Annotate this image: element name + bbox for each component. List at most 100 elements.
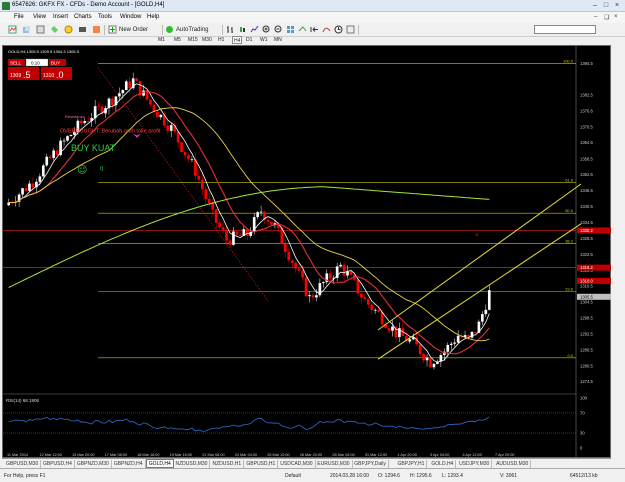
market-watch-icon[interactable]	[36, 25, 45, 34]
candle-body	[21, 188, 24, 195]
menu-tools[interactable]: Tools	[98, 14, 112, 20]
candle-body	[446, 344, 450, 352]
mdi-restore-button[interactable]: ❏	[604, 14, 609, 21]
timeframe-d1[interactable]: D1	[246, 36, 252, 44]
menu-view[interactable]: View	[33, 14, 46, 20]
menu-charts[interactable]: Charts	[74, 14, 92, 20]
timeframe-mn[interactable]: MN	[274, 36, 282, 44]
candle-body	[66, 136, 69, 141]
periods-icon[interactable]	[334, 25, 343, 34]
autoscroll-icon[interactable]	[298, 25, 307, 34]
terminal-icon[interactable]	[78, 25, 87, 34]
chart-tab[interactable]: GBPNZD,H4	[112, 460, 146, 468]
candle-body	[449, 343, 453, 345]
date-tick-label: 11 Mar 2014	[7, 453, 28, 457]
candle-body	[456, 335, 460, 343]
candle-body	[135, 78, 138, 81]
date-tick-label: 18 Mar 16:00	[137, 453, 159, 457]
chart-tab[interactable]: GBPUSD,M30	[4, 460, 42, 468]
timeframe-m15[interactable]: M15	[188, 36, 198, 44]
mdi-minimize-button[interactable]: –	[594, 14, 597, 20]
chart-tab[interactable]: EURUSD,M30	[315, 460, 353, 468]
candle-body	[121, 90, 125, 94]
date-tick-label: 17 Mar 08:00	[105, 453, 127, 457]
candle-body	[259, 211, 263, 213]
candle-body	[128, 81, 132, 89]
candle-body	[322, 282, 325, 284]
candle-body	[366, 299, 370, 305]
menu-file[interactable]: File	[14, 14, 24, 20]
data-window-icon[interactable]	[50, 25, 59, 34]
price-tick-label: 1280.5	[580, 363, 593, 368]
chart-window[interactable]: 100.0 61.8 50.0 38.2 23.6 0.0 × OVERBOUGHT, Ber…	[2, 45, 612, 459]
line-chart-icon[interactable]	[250, 25, 259, 34]
autotrading-button[interactable]: AutoTrading	[176, 25, 208, 35]
rsi-tick-label: 70	[580, 411, 585, 416]
chart-tab[interactable]: USDJPY,M30	[457, 460, 493, 468]
toolbar-separator	[222, 25, 223, 35]
candle-body	[24, 188, 28, 191]
autotrading-icon[interactable]	[165, 25, 174, 34]
new-order-icon[interactable]	[108, 25, 117, 34]
templates-icon[interactable]	[346, 25, 355, 34]
new-chart-icon[interactable]	[8, 25, 17, 34]
chart-tab[interactable]: USDCAD,M30	[278, 460, 316, 468]
candle-body	[169, 125, 173, 131]
cross-marker: ×	[475, 233, 479, 239]
price-chart[interactable]: 100.061.850.038.223.60.0×OVERBOUGHT, Ber…	[3, 46, 612, 459]
trendline	[97, 67, 269, 301]
timeframe-h1[interactable]: H1	[218, 36, 224, 44]
status-bar: For Help, press F1 Default 2014.03.28 16…	[0, 468, 625, 482]
chart-tab[interactable]: NZDUSD,M30	[174, 460, 211, 468]
new-order-button[interactable]: New Order	[119, 25, 148, 35]
indicators-icon[interactable]	[322, 25, 331, 34]
chart-tab[interactable]: AUDUSD,M30	[494, 460, 532, 468]
chart-shift-icon[interactable]	[310, 25, 319, 34]
maximize-button[interactable]: □	[601, 1, 611, 10]
timeframe-m30[interactable]: M30	[202, 36, 212, 44]
menu-bar: File View Insert Charts Tools Window Hel…	[0, 12, 625, 23]
candle-body	[363, 297, 367, 300]
timeframe-w1[interactable]: W1	[260, 36, 268, 44]
profiles-icon[interactable]	[22, 25, 31, 34]
chart-tab[interactable]: GBPUSD,H4	[41, 460, 75, 468]
close-button[interactable]: ×	[612, 1, 622, 10]
candle-body	[481, 314, 484, 322]
buy-price-small: .0	[56, 70, 64, 80]
chart-tab[interactable]: GBPUSD,H1	[244, 460, 279, 468]
zoom-out-icon[interactable]	[274, 25, 283, 34]
minimize-button[interactable]: –	[590, 1, 600, 10]
mdi-close-button[interactable]: ×	[614, 14, 618, 20]
chart-tab[interactable]: GBPJPY,H1	[396, 460, 428, 468]
chart-tab[interactable]: GBPJPY,Daily	[352, 460, 389, 468]
chart-tab[interactable]: NZDUSD,H1	[211, 460, 245, 468]
bar-chart-icon[interactable]	[226, 25, 235, 34]
chart-tab[interactable]: GBPNZD,M30	[75, 460, 112, 468]
price-tick-label: 1376.6	[580, 108, 593, 113]
navigator-icon[interactable]	[64, 25, 73, 34]
candle-body	[80, 120, 83, 124]
menu-window[interactable]: Window	[120, 14, 141, 20]
smiley-icon: ☺	[77, 165, 87, 176]
strategy-tester-icon[interactable]	[92, 25, 101, 34]
chart-tab[interactable]: GOLD,H4	[429, 460, 457, 468]
timeframe-m5[interactable]: M5	[174, 36, 181, 44]
zoom-in-icon[interactable]	[262, 25, 271, 34]
tile-windows-icon[interactable]	[286, 25, 295, 34]
search-input[interactable]	[534, 25, 596, 34]
candle-body	[86, 120, 90, 122]
timeframe-m1[interactable]: M1	[158, 36, 165, 44]
chart-annotation-small: Resistance	[65, 114, 86, 119]
candlestick-icon[interactable]	[238, 25, 247, 34]
timeframe-h4[interactable]: H4	[232, 36, 243, 44]
status-traffic: 64512/13 kb	[570, 473, 598, 479]
price-tick-label: 1340.5	[580, 204, 593, 209]
right-scrollbar[interactable]	[611, 45, 625, 458]
candle-body	[487, 290, 491, 310]
chart-tab[interactable]: GOLD,H4	[145, 459, 174, 468]
candle-body	[28, 183, 31, 191]
menu-help[interactable]: Help	[147, 14, 159, 20]
menu-insert[interactable]: Insert	[53, 14, 68, 20]
candle-body	[245, 229, 249, 236]
price-marker-label: 1305.5	[580, 294, 593, 299]
